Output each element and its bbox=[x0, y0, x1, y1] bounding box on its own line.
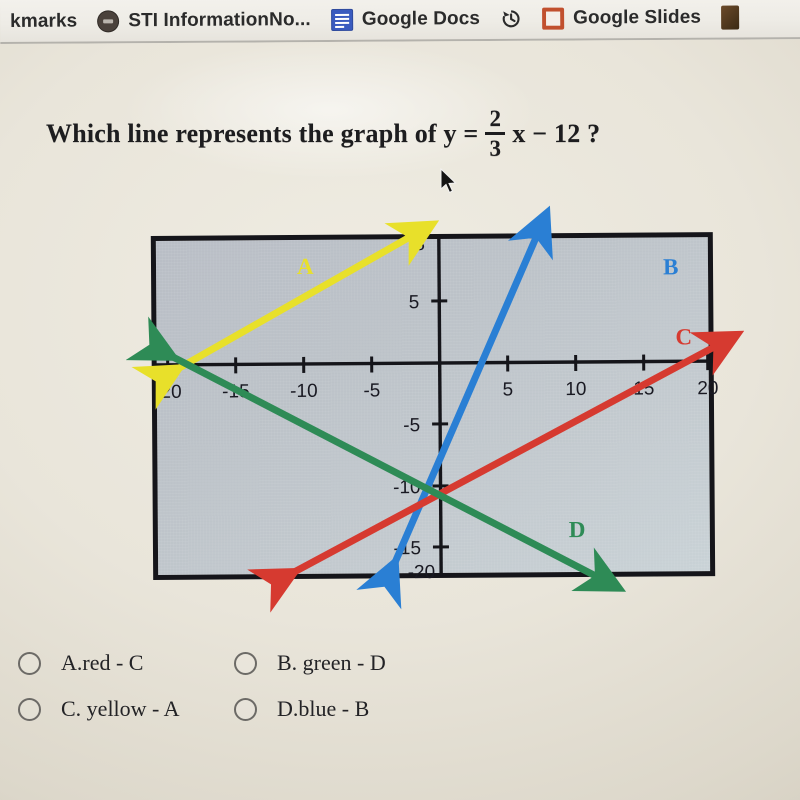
series-label-D: D bbox=[569, 517, 586, 542]
bookmark-label-google-docs: Google Docs bbox=[361, 8, 481, 30]
google-slides-icon bbox=[542, 7, 565, 30]
history-button[interactable] bbox=[490, 0, 532, 41]
answer-option-B[interactable]: B. green - D bbox=[234, 650, 386, 676]
answer-option-D[interactable]: D.blue - B bbox=[234, 696, 369, 722]
line-C-red bbox=[247, 330, 745, 613]
bookmark-label-sti: STI InformationNo... bbox=[128, 9, 311, 32]
bookmark-item-google-slides[interactable]: Google Slides bbox=[532, 0, 711, 41]
google-docs-icon bbox=[330, 8, 353, 31]
line-B-blue bbox=[356, 205, 553, 610]
series-label-A: A bbox=[297, 254, 314, 279]
axes bbox=[153, 235, 714, 576]
bookmark-label-kmarks: kmarks bbox=[10, 10, 78, 32]
answer-label-B: B. green - D bbox=[277, 650, 386, 675]
answer-options: A.red - C B. green - D C. yellow - A D.b… bbox=[0, 640, 800, 732]
answer-label-C: C. yellow - A bbox=[61, 696, 180, 721]
mouse-cursor bbox=[440, 167, 458, 196]
history-icon bbox=[500, 8, 522, 30]
radio-option-D[interactable] bbox=[234, 697, 257, 721]
answer-label-A: A.red - C bbox=[61, 650, 144, 675]
graph-svg: -20 -15 -10 -5 5 10 15 20 8 5 -5 -10 -15… bbox=[125, 205, 745, 613]
bookmark-item-google-docs[interactable]: Google Docs bbox=[321, 0, 491, 42]
answer-option-A[interactable]: A.red - C bbox=[18, 650, 234, 676]
radio-option-A[interactable] bbox=[18, 651, 41, 675]
xtick-10: 10 bbox=[565, 379, 586, 400]
xtick--20: -20 bbox=[154, 382, 182, 403]
radio-option-C[interactable] bbox=[18, 697, 41, 721]
question-suffix: x − 12 ? bbox=[512, 119, 601, 149]
overflow-favicon bbox=[721, 5, 740, 30]
xtick--10: -10 bbox=[290, 381, 318, 402]
ytick--20: -20 bbox=[408, 562, 436, 583]
fraction-two-thirds: 2 3 bbox=[485, 106, 506, 161]
y-axis-tick-labels: 8 5 -5 -10 -15 -20 bbox=[393, 234, 436, 583]
xtick-5: 5 bbox=[503, 379, 514, 400]
bookmark-item-sti[interactable]: STI InformationNo... bbox=[87, 0, 321, 43]
answer-row-1: A.red - C B. green - D bbox=[0, 640, 800, 686]
series-label-C: C bbox=[675, 324, 692, 349]
browser-bookmarks-bar: kmarks STI InformationNo... Google Docs … bbox=[0, 0, 800, 44]
coordinate-graph: -20 -15 -10 -5 5 10 15 20 8 5 -5 -10 -15… bbox=[125, 205, 745, 613]
sti-favicon bbox=[97, 10, 120, 33]
bookmark-item-kmarks[interactable]: kmarks bbox=[0, 0, 87, 44]
fraction-numerator: 2 bbox=[489, 106, 502, 131]
radio-option-B[interactable] bbox=[234, 651, 257, 675]
answer-label-D: D.blue - B bbox=[277, 696, 370, 721]
ytick--5: -5 bbox=[403, 415, 420, 436]
answer-row-2: C. yellow - A D.blue - B bbox=[0, 686, 800, 732]
bookmark-item-overflow[interactable] bbox=[711, 0, 749, 40]
answer-option-C[interactable]: C. yellow - A bbox=[18, 696, 234, 722]
xtick-20: 20 bbox=[697, 378, 718, 399]
bookmark-label-google-slides: Google Slides bbox=[573, 6, 702, 29]
xtick--5: -5 bbox=[363, 380, 380, 401]
question-text: Which line represents the graph of y = 2… bbox=[46, 106, 601, 161]
question-prefix: Which line represents the graph of y = bbox=[46, 119, 479, 149]
line-A-yellow bbox=[131, 220, 440, 410]
series-label-B: B bbox=[663, 254, 679, 279]
ytick-5: 5 bbox=[409, 292, 420, 313]
fraction-denominator: 3 bbox=[489, 135, 502, 161]
